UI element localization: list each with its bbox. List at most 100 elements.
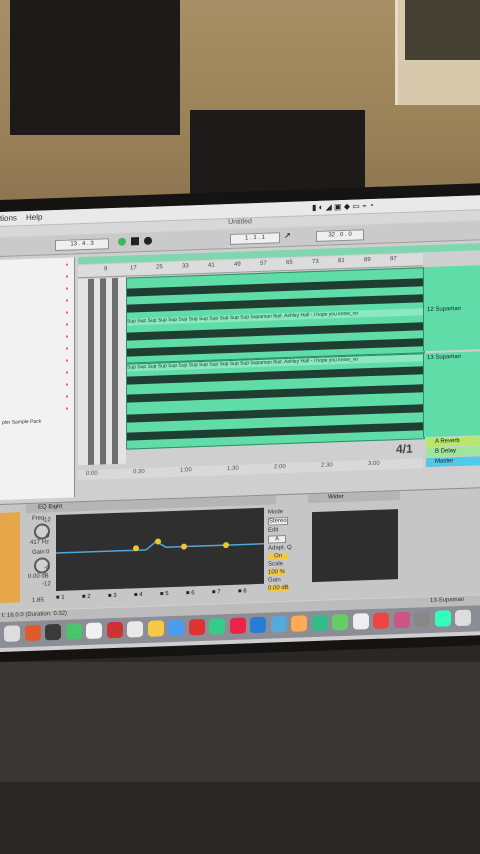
dock-app-icon[interactable]: [373, 612, 389, 629]
eq-y-tick: 6: [46, 533, 50, 540]
loop-length-field[interactable]: 32 . 0 . 0: [316, 229, 364, 242]
browser-item[interactable]: pler Sample Pack: [2, 419, 41, 426]
dock-app-icon[interactable]: [311, 614, 328, 632]
position-field[interactable]: 1 . 1 . 1: [230, 232, 280, 245]
ruler-bar-number: 65: [286, 259, 293, 267]
dock-app-icon[interactable]: [455, 609, 471, 627]
device-chain: EQ Eight Freq 417 Hz Gain 0.00 dB 1.85 1…: [0, 487, 480, 611]
laptop: [0, 662, 480, 854]
dock-app-icon[interactable]: [291, 615, 307, 632]
band-toggle[interactable]: ■ 1: [56, 595, 65, 601]
waveform: [127, 278, 424, 297]
dock-app-icon[interactable]: [106, 621, 123, 639]
time-signature: 4/1: [396, 441, 413, 457]
room-window-glass: [405, 0, 480, 60]
dock-app-icon[interactable]: [65, 623, 82, 640]
dock-app-icon[interactable]: [229, 617, 246, 634]
edit-label: Edit: [268, 527, 279, 534]
eq-y-tick: 12: [44, 517, 51, 524]
time-ruler[interactable]: 0:00 0:30 1:00 1:30 2:00 2:30 3:00: [78, 458, 423, 481]
band-toggle[interactable]: ■ 6: [186, 590, 195, 596]
play-button[interactable]: [118, 237, 126, 246]
track-header-13[interactable]: 13 Supaman: [423, 351, 480, 438]
return-label: Master: [435, 458, 454, 465]
adapt-q-toggle[interactable]: On: [268, 552, 289, 560]
output-gain-value[interactable]: 0.00 dB: [268, 584, 289, 592]
dock-app-icon[interactable]: [4, 625, 20, 642]
browser-panel: pler Sample Pack: [0, 257, 75, 500]
gain-label: Gain: [32, 549, 45, 556]
tray-icons[interactable]: ▮ ◐ ◢ ▣ ◆ ▭ ⌁ ◔: [312, 201, 374, 212]
dock-app-icon[interactable]: [24, 624, 41, 642]
return-label: A Reverb: [435, 437, 460, 445]
acoustic-panel: [10, 0, 180, 135]
track-gap: [78, 277, 126, 466]
band-toggle[interactable]: ■ 2: [82, 594, 91, 600]
scale-value[interactable]: 100 %: [268, 569, 286, 576]
dock-app-icon[interactable]: [168, 619, 184, 637]
mode-select[interactable]: Stereo: [268, 516, 288, 526]
master-track[interactable]: Master: [426, 456, 480, 468]
eq-y-tick: 0: [46, 549, 50, 556]
waveform: [127, 384, 424, 403]
band-toggle[interactable]: ■ 7: [212, 589, 221, 595]
band-toggle[interactable]: ■ 5: [160, 591, 169, 597]
record-button[interactable]: [144, 236, 152, 245]
dock-app-icon[interactable]: [393, 611, 410, 629]
eq-curve: [56, 538, 264, 554]
dock-app-icon[interactable]: [45, 623, 61, 641]
band-toggle[interactable]: ■ 4: [134, 592, 143, 598]
dock-app-icon[interactable]: [434, 610, 451, 627]
time-tick: 3:00: [368, 460, 380, 468]
band-selectors: ■ 1 ■ 2 ■ 3 ■ 4 ■ 5 ■ 6 ■ 7 ■ 8: [56, 588, 264, 605]
output-gain-label: Gain: [268, 577, 281, 584]
dock-app-icon[interactable]: [352, 613, 369, 630]
ruler-bar-number: 33: [182, 263, 189, 270]
time-tick: 0:30: [133, 468, 145, 476]
dock-app-icon[interactable]: [127, 621, 143, 638]
return-track-a[interactable]: A Reverb: [426, 436, 480, 448]
ruler-bar-number: 25: [156, 264, 163, 271]
wider-title: Wider: [328, 493, 344, 501]
edit-select[interactable]: A: [268, 535, 287, 544]
menu-options[interactable]: tions: [0, 213, 17, 223]
freq-label: Freq: [32, 515, 45, 522]
track-meter: [0, 512, 20, 603]
ruler-bar-number: 81: [338, 257, 345, 265]
dock-app-icon[interactable]: [250, 616, 266, 634]
time-tick: 1:00: [180, 467, 192, 474]
dock-app-icon[interactable]: [147, 620, 164, 637]
status-track: 13-Supaman: [430, 596, 465, 604]
ruler-bar-number: 97: [390, 256, 397, 263]
dock-app-icon[interactable]: [270, 615, 287, 633]
adapt-q-label: Adapt. Q: [268, 544, 292, 552]
dock-app-icon[interactable]: [209, 618, 225, 635]
dock-app-icon[interactable]: [188, 618, 205, 636]
loop-start-field[interactable]: 13 . 4 . 3: [55, 238, 109, 252]
dock-app-icon[interactable]: [86, 622, 102, 639]
band-toggle[interactable]: ■ 3: [108, 593, 117, 599]
menu-help[interactable]: Help: [26, 213, 42, 223]
gain-value: 0.00 dB: [28, 573, 49, 581]
window-title: Untitled: [228, 218, 252, 227]
mode-label: Mode: [268, 509, 284, 516]
ruler-bar-number: 49: [234, 261, 241, 268]
eq-display[interactable]: [56, 507, 264, 592]
waveform: [127, 322, 424, 341]
band-toggle[interactable]: ■ 8: [238, 588, 247, 594]
scale-label: Scale: [268, 561, 284, 568]
stop-button[interactable]: [131, 237, 139, 246]
status-text: t: 16.0.0 (Duration: 0.32): [2, 610, 68, 619]
wider-header[interactable]: Wider: [308, 491, 400, 504]
eq-y-tick: -12: [42, 581, 51, 588]
return-label: B Delay: [435, 448, 457, 455]
draw-mode-icon[interactable]: ↗: [284, 231, 291, 240]
audio-clip-track-12[interactable]: Sup Sup Sup Sup Sup Sup Sup Sup Sup Sup …: [126, 267, 425, 364]
acoustic-panel: [190, 110, 365, 200]
track-header-12[interactable]: 12 Supaman: [423, 265, 480, 352]
dock-app-icon[interactable]: [332, 613, 348, 631]
return-track-b[interactable]: B Delay: [426, 446, 480, 458]
wider-xy-pad[interactable]: [312, 509, 398, 583]
audio-clip-track-13[interactable]: Sup Sup Sup Sup Sup Sup Sup Sup Sup Sup …: [126, 353, 425, 450]
dock-app-icon[interactable]: [414, 610, 430, 628]
